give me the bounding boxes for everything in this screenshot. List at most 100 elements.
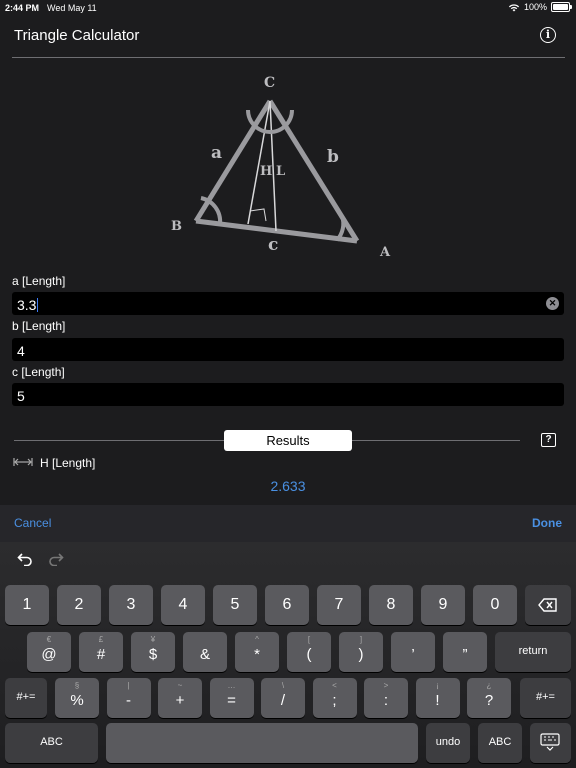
key-8[interactable]: 8 [369,585,413,625]
help-icon[interactable]: ? [541,433,556,447]
key-label: 2 [74,596,84,613]
key-alt-label: \ [281,681,285,690]
field-a-label: a [Length] [12,274,66,288]
key-row3-5[interactable]: <; [312,678,357,718]
abc-right-key[interactable]: ABC [478,723,522,763]
key-row3-2[interactable]: ~ + [158,678,202,718]
cancel-button[interactable]: Cancel [14,516,51,530]
key-label: 6 [282,596,292,613]
key-label: : [383,692,389,709]
key-label: #+= [536,691,555,703]
text-caret [37,298,39,312]
key-alt-label: £ [98,635,104,644]
clear-icon[interactable]: ✕ [546,297,559,310]
key-label: 3 [126,596,136,613]
undo-icon[interactable] [17,552,33,566]
info-icon[interactable]: i [540,27,556,43]
vertex-b-label: B [171,219,182,234]
backspace-icon [538,598,557,612]
key-row3-0[interactable]: §% [55,678,99,718]
key-label: undo [435,736,461,748]
battery-percent: 100% [523,2,547,12]
done-button[interactable]: Done [532,516,562,530]
key-row3-3[interactable]: … = [209,678,254,718]
key-row2-3[interactable]: & [183,632,227,672]
key-alt-label: ¡ [436,681,439,690]
key-alt-label: ] [359,635,363,644]
return-key[interactable]: return [495,632,571,672]
key-label: ( [306,646,312,663]
key-6[interactable]: 6 [265,585,309,625]
delete-key[interactable] [525,585,571,625]
keyboard-hide-icon [540,733,560,751]
field-a-input[interactable]: 3.3 ✕ [12,292,564,315]
key-3[interactable]: 3 [109,585,153,625]
key-label: 8 [386,596,396,613]
length-arrows-icon [13,458,33,466]
key-alt-label: ^ [255,635,259,644]
key-label: ? [484,692,494,709]
key-row2-7[interactable]: ’ [391,632,435,672]
status-bar: 2:44 PM Wed May 11 100% [0,0,576,16]
side-b-label: b [327,147,339,167]
key-row2-5[interactable]: [( [287,632,331,672]
results-button[interactable]: Results [224,430,352,451]
wifi-icon [508,3,520,11]
side-a-label: a [211,143,222,163]
key-2[interactable]: 2 [57,585,101,625]
battery-icon [551,2,572,12]
key-row2-1[interactable]: £ # [79,632,123,672]
key-9[interactable]: 9 [421,585,465,625]
page-title: Triangle Calculator [14,27,140,44]
key-label: $ [148,646,158,663]
abc-left-key[interactable]: ABC [5,723,98,763]
key-row3-4[interactable]: \ / [261,678,305,718]
key-row3-6[interactable]: >: [364,678,408,718]
vertex-a-label: A [379,245,391,260]
key-label: #+= [16,691,36,703]
key-row2-8[interactable]: ” [443,632,487,672]
key-label: 9 [438,596,448,613]
key-label: ; [332,692,337,709]
key-alt-label: … [227,681,236,690]
key-row2-2[interactable]: ¥ $ [131,632,175,672]
key-label: ABC [488,736,512,748]
key-5[interactable]: 5 [213,585,257,625]
key-label: # [96,646,106,663]
key-alt-label: € [46,635,52,644]
space-key[interactable] [106,723,418,763]
key-7[interactable]: 7 [317,585,361,625]
hide-keyboard-key[interactable] [530,723,571,763]
field-c-value: 5 [17,388,25,404]
field-c-input[interactable]: 5 [12,383,564,406]
key-alt-label: § [74,681,80,690]
vertex-c-label: C [264,75,275,91]
field-b-input[interactable]: 4 [12,338,564,361]
key-row2-0[interactable]: € @ [27,632,71,672]
key-4[interactable]: 4 [161,585,205,625]
key-label: % [70,692,84,709]
key-row2-4[interactable]: ^ * [235,632,279,672]
key-alt-label: | [127,681,130,690]
key-1[interactable]: 1 [5,585,49,625]
key-alt-label: < [332,681,337,690]
key-row3-1[interactable]: | - [106,678,151,718]
redo-icon[interactable] [48,552,64,566]
key-row3-8[interactable]: ¿? [467,678,511,718]
key-label: * [254,646,260,663]
height-label: H [260,164,272,179]
shift-right-key[interactable]: #+= [520,678,571,718]
keyboard-toolbar: Cancel Done [0,505,576,542]
undo-key[interactable]: undo [426,723,470,763]
key-label: & [199,646,210,663]
field-c-label: c [Length] [12,365,65,379]
status-right: 100% [508,2,572,12]
key-label: 7 [334,596,344,613]
key-label: ABC [40,736,63,748]
key-label: + [175,692,185,709]
key-alt-label: ¿ [486,681,492,690]
key-0[interactable]: 0 [473,585,517,625]
shift-left-key[interactable]: #+= [5,678,47,718]
key-row2-6[interactable]: ]) [339,632,383,672]
key-row3-7[interactable]: ¡! [415,678,460,718]
